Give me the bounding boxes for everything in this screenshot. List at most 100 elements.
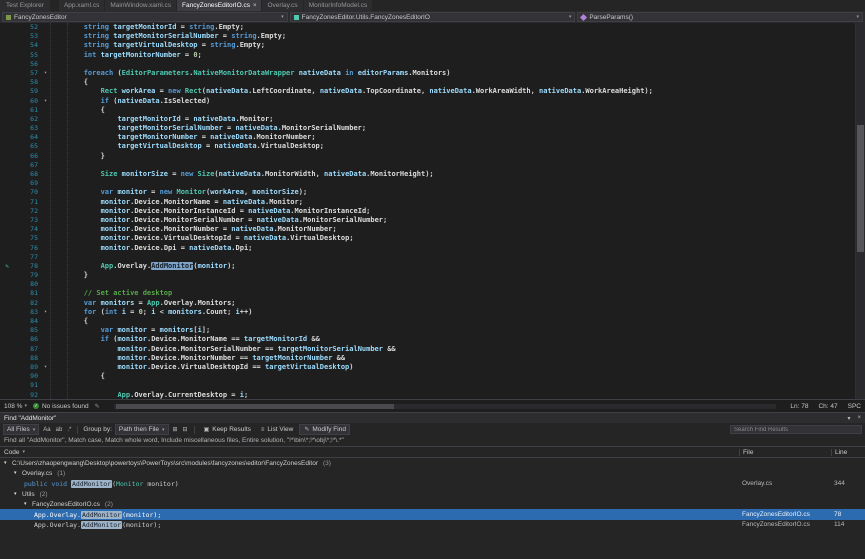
breakpoint-margin[interactable] (0, 97, 14, 106)
code-line[interactable]: 85 var monitor = monitors[i]; (0, 326, 855, 335)
code-line[interactable]: 83▾ for (int i = 0; i < monitors.Count; … (0, 308, 855, 317)
list-view-toggle[interactable]: ≡ List View (257, 425, 296, 434)
code-line[interactable]: 92 App.Overlay.CurrentDesktop = i; (0, 391, 855, 400)
column-header-file[interactable]: File (739, 449, 831, 456)
code-line[interactable]: 89▾ monitor.Device.VirtualDesktopId == t… (0, 363, 855, 372)
code-text[interactable]: App.Overlay.AddMonitor(monitor); (50, 262, 236, 271)
breakpoint-margin[interactable] (0, 271, 14, 280)
code-text[interactable]: monitor.Device.MonitorNumber == targetMo… (50, 354, 345, 363)
expand-collapse-icon[interactable]: ▾ (4, 460, 10, 466)
breakpoint-margin[interactable] (0, 41, 14, 50)
code-line[interactable]: 80 (0, 280, 855, 289)
code-line[interactable]: 59 Rect workArea = new Rect(nativeData.L… (0, 87, 855, 96)
code-text[interactable]: } (50, 152, 105, 161)
find-panel-header[interactable]: Find "AddMonitor" ▾ × (0, 413, 865, 423)
code-text[interactable]: monitor.Device.MonitorName = nativeData.… (50, 198, 303, 207)
breakpoint-margin[interactable] (0, 69, 14, 78)
breakpoint-margin[interactable] (0, 87, 14, 96)
code-line[interactable]: 75 monitor.Device.VirtualDesktopId = nat… (0, 234, 855, 243)
breakpoint-margin[interactable] (0, 23, 14, 32)
code-line[interactable]: 55 int targetMonitorNumber = 0; (0, 51, 855, 60)
code-text[interactable]: monitor.Device.VirtualDesktopId = native… (50, 234, 354, 243)
group-by-dropdown[interactable]: Path then File ▾ (115, 424, 169, 435)
breakpoint-margin[interactable] (0, 179, 14, 188)
code-text[interactable]: Rect workArea = new Rect(nativeData.Left… (50, 87, 653, 96)
code-text[interactable]: { (50, 317, 88, 326)
code-line[interactable]: 84 { (0, 317, 855, 326)
fold-collapse-icon[interactable]: ▾ (41, 69, 50, 78)
match-case-icon[interactable]: Aa (42, 427, 51, 433)
type-dropdown[interactable]: FancyZonesEditor.Utils.FancyZonesEditorI… (290, 12, 576, 22)
close-icon[interactable]: × (253, 3, 257, 9)
breakpoint-margin[interactable] (0, 363, 14, 372)
code-line[interactable]: ✎78 App.Overlay.AddMonitor(monitor); (0, 262, 855, 271)
scrollbar-thumb[interactable] (857, 125, 864, 253)
code-text[interactable]: var monitors = App.Overlay.Monitors; (50, 299, 236, 308)
breakpoint-margin[interactable] (0, 326, 14, 335)
member-dropdown[interactable]: ParseParams() ▾ (577, 12, 863, 22)
code-line[interactable]: 72 monitor.Device.MonitorInstanceId = na… (0, 207, 855, 216)
code-text[interactable]: int targetMonitorNumber = 0; (50, 51, 202, 60)
breakpoint-margin[interactable] (0, 335, 14, 344)
regex-icon[interactable]: .* (66, 427, 72, 433)
collapse-all-icon[interactable]: ⊟ (182, 426, 189, 433)
fold-collapse-icon[interactable]: ▾ (41, 308, 50, 317)
breakpoint-margin[interactable] (0, 106, 14, 115)
breakpoint-margin[interactable] (0, 244, 14, 253)
code-text[interactable]: foreach (EditorParameters.NativeMonitorD… (50, 69, 450, 78)
breakpoint-margin[interactable] (0, 60, 14, 69)
document-health-indicator[interactable]: ✓ No issues found (33, 403, 89, 410)
search-find-results-input[interactable] (730, 425, 862, 434)
breakpoint-margin[interactable] (0, 280, 14, 289)
code-text[interactable]: Size monitorSize = new Size(nativeData.M… (50, 170, 434, 179)
code-text[interactable]: for (int i = 0; i < monitors.Count; i++) (50, 308, 252, 317)
code-line[interactable]: 70 var monitor = new Monitor(workArea, m… (0, 188, 855, 197)
code-line[interactable]: 67 (0, 161, 855, 170)
code-text[interactable]: monitor.Device.MonitorSerialNumber == ta… (50, 345, 396, 354)
find-result-row[interactable]: public void AddMonitor(Monitor monitor)O… (0, 479, 865, 489)
breakpoint-margin[interactable] (0, 354, 14, 363)
code-text[interactable]: if (monitor.Device.MonitorName == target… (50, 335, 320, 344)
code-line[interactable]: 87 monitor.Device.MonitorSerialNumber ==… (0, 345, 855, 354)
code-text[interactable]: } (50, 271, 88, 280)
code-line[interactable]: 86 if (monitor.Device.MonitorName == tar… (0, 335, 855, 344)
code-line[interactable]: 77 (0, 253, 855, 262)
breakpoint-margin[interactable] (0, 161, 14, 170)
breakpoint-margin[interactable] (0, 216, 14, 225)
close-icon[interactable]: × (857, 415, 861, 421)
code-text[interactable]: App.Overlay.CurrentDesktop = i; (50, 391, 248, 400)
code-text[interactable]: monitor.Device.MonitorInstanceId = nativ… (50, 207, 370, 216)
find-result-group-row[interactable]: ▾FancyZonesEditorIO.cs(2) (0, 499, 865, 509)
breakpoint-margin[interactable] (0, 372, 14, 381)
breakpoint-margin[interactable] (0, 317, 14, 326)
code-line[interactable]: 65 targetVirtualDesktop = nativeData.Vir… (0, 142, 855, 151)
breakpoint-margin[interactable] (0, 234, 14, 243)
code-line[interactable]: 61 { (0, 106, 855, 115)
breakpoint-margin[interactable] (0, 381, 14, 390)
breakpoint-margin[interactable] (0, 170, 14, 179)
editor-vertical-scrollbar[interactable] (855, 23, 865, 399)
code-lines[interactable]: 52 string targetMonitorId = string.Empty… (0, 23, 855, 399)
fold-collapse-icon[interactable]: ▾ (41, 97, 50, 106)
breakpoint-margin[interactable] (0, 299, 14, 308)
doc-tab[interactable]: App.xaml.cs (59, 0, 104, 11)
doc-tab[interactable]: FancyZonesEditorIO.cs× (177, 0, 261, 11)
breakpoint-margin[interactable] (0, 78, 14, 87)
code-line[interactable]: 56 (0, 60, 855, 69)
code-line[interactable]: 74 monitor.Device.MonitorNumber = native… (0, 225, 855, 234)
breakpoint-margin[interactable] (0, 115, 14, 124)
code-text[interactable]: monitor.Device.MonitorNumber = nativeDat… (50, 225, 337, 234)
breakpoint-margin[interactable] (0, 308, 14, 317)
code-text[interactable]: var monitor = new Monitor(workArea, moni… (50, 188, 307, 197)
code-text[interactable]: targetMonitorId = nativeData.Monitor; (50, 115, 273, 124)
breakpoint-margin[interactable] (0, 188, 14, 197)
code-line[interactable]: 60▾ if (nativeData.IsSelected) (0, 97, 855, 106)
code-line[interactable]: 68 Size monitorSize = new Size(nativeDat… (0, 170, 855, 179)
code-line[interactable]: 76 monitor.Device.Dpi = nativeData.Dpi; (0, 244, 855, 253)
code-line[interactable]: 63 targetMonitorSerialNumber = nativeDat… (0, 124, 855, 133)
scrollbar-thumb[interactable] (116, 404, 394, 409)
zoom-dropdown[interactable]: 108 % ▾ (4, 403, 27, 410)
code-text[interactable]: monitor.Device.Dpi = nativeData.Dpi; (50, 244, 252, 253)
tab-test-explorer[interactable]: Test Explorer (0, 0, 50, 11)
editor-horizontal-scrollbar[interactable] (114, 404, 777, 409)
